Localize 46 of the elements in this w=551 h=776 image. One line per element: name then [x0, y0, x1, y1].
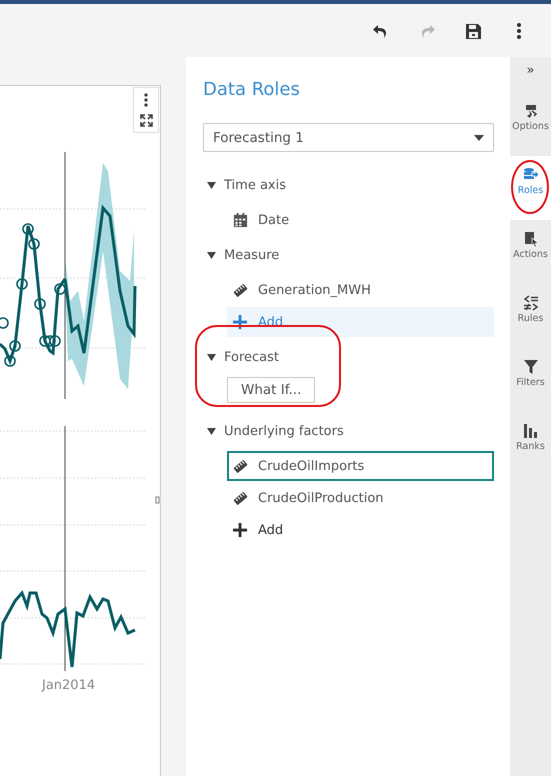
data-point-marker [4, 355, 16, 367]
side-tab[interactable]: Rules [510, 284, 551, 348]
section-heading: Time axis [224, 178, 286, 192]
data-point-marker [54, 283, 66, 295]
data-point-marker [28, 238, 40, 250]
side-tab[interactable]: Options [510, 92, 551, 156]
data-item[interactable]: CrudeOilImports [227, 451, 494, 481]
side-tab[interactable]: Actions [510, 220, 551, 284]
data-point-marker [9, 340, 21, 352]
data-item[interactable]: CrudeOilProduction [227, 483, 494, 513]
axis-label: Jan2014 [42, 678, 96, 693]
section-heading: Forecast [224, 350, 280, 364]
funnel-icon [522, 359, 538, 375]
data-point-marker [44, 335, 56, 347]
what-if-button[interactable]: What If... [227, 377, 316, 403]
save-icon [464, 22, 482, 40]
maximize-icon [140, 114, 152, 127]
rules-icon [522, 295, 538, 311]
dropdown-arrow-icon [474, 134, 484, 140]
section-heading: Measure [224, 248, 280, 262]
section-heading: Underlying factors [224, 424, 344, 438]
data-item[interactable]: Generation_MWH [227, 275, 494, 305]
more-icon [144, 93, 148, 107]
add-field-button[interactable]: Add [227, 515, 494, 545]
data-point-marker [49, 335, 61, 347]
side-tab[interactable]: Filters [510, 348, 551, 412]
data-point-marker [0, 317, 9, 329]
collapse-button[interactable]: » [526, 57, 534, 92]
data-item[interactable]: Date [227, 205, 494, 235]
maximize-button[interactable] [138, 112, 154, 129]
cursor-icon [522, 231, 538, 247]
data-point-marker [22, 223, 34, 235]
bar-chart-icon [522, 423, 538, 439]
calendar-icon [233, 212, 248, 228]
chart-menu-button[interactable] [142, 91, 150, 109]
side-tab[interactable]: Roles [510, 156, 551, 220]
resize-handle[interactable] [156, 496, 160, 504]
plus-icon [233, 522, 248, 538]
more-icon [517, 22, 521, 40]
data-point-marker [34, 298, 46, 310]
plus-icon [233, 314, 248, 330]
data-point-marker [39, 335, 51, 347]
side-tab[interactable]: Ranks [510, 412, 551, 476]
data-point-marker [16, 278, 28, 290]
panel-title: Data Roles [203, 79, 301, 100]
chart-dropdown[interactable]: Forecasting 1 [203, 123, 494, 152]
